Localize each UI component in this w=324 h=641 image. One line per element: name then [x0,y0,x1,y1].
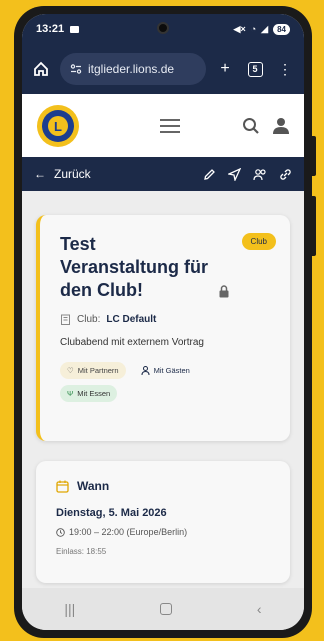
user-icon[interactable] [272,117,290,135]
wifi-icon: ◔ [250,24,257,34]
when-heading: Wann [56,479,276,493]
heart-icon: ♡ [67,366,74,375]
building-icon [61,314,70,325]
fork-knife-icon: Ψ [67,389,74,398]
battery-badge: 84 [273,23,290,35]
status-bar: 13:21 ◀× ◔ ◢ 84 [22,14,304,44]
mute-icon: ◀× [233,23,246,34]
event-time: 19:00 – 22:00 (Europe/Berlin) [56,527,276,537]
back-nav-button[interactable]: ‹ [257,601,262,617]
power-button [312,196,316,256]
more-icon: ⋮ [278,60,292,77]
event-time-label: 19:00 – 22:00 (Europe/Berlin) [69,527,188,537]
when-heading-label: Wann [77,479,110,493]
calendar-icon [56,480,69,493]
event-chips: ♡ Mit Partnern Mit Gästen Ψ Mit Essen [60,362,240,402]
menu-icon [160,118,180,121]
club-name: LC Default [106,314,157,325]
chip-partner: ♡ Mit Partnern [60,362,126,379]
home-button[interactable] [30,58,52,80]
tabs-icon: 5 [247,61,263,77]
club-badge: Club [241,233,276,250]
site-header: L [22,94,304,157]
event-card: Test Veranstaltung für den Club! Club Cl… [36,215,290,441]
plus-icon: + [220,60,230,77]
home-nav-button[interactable] [160,603,173,615]
event-einlass: Einlass: 18:55 [56,547,107,556]
screen: 13:21 ◀× ◔ ◢ 84 itglieder.lions.de + 5 ⋮ [22,14,304,630]
browser-toolbar: itglieder.lions.de + 5 ⋮ [22,44,304,94]
menu-button[interactable] [160,118,180,133]
lions-logo[interactable]: L [36,104,80,148]
when-card: Wann Dienstag, 5. Mai 2026 19:00 – 22:00… [36,461,290,583]
edit-icon[interactable] [203,168,216,181]
page-content: Test Veranstaltung für den Club! Club Cl… [22,191,304,588]
link-icon[interactable] [279,168,292,181]
android-nav-bar: ||| ‹ [22,588,304,630]
lock-icon [219,285,229,298]
club-line: Club: LC Default [60,314,276,325]
url-text: itglieder.lions.de [88,62,175,76]
chip-guests-label: Mit Gästen [153,366,190,375]
chip-partner-label: Mit Partnern [77,366,119,375]
volume-button [312,136,316,176]
home-icon [34,61,48,76]
page-nav-bar: ← Zurück [22,157,304,191]
back-button[interactable]: ← Zurück [34,167,91,181]
tabs-button[interactable]: 5 [244,58,266,80]
people-icon[interactable] [253,168,267,181]
site-settings-icon [70,64,82,74]
back-arrow-icon: ← [34,167,46,181]
search-icon[interactable] [242,117,260,135]
svg-text:L: L [54,119,62,134]
event-description: Clubabend mit externem Vortrag [60,337,204,348]
signal-icon: ◢ [261,23,269,34]
front-camera [157,22,169,34]
address-bar[interactable]: itglieder.lions.de [60,53,206,85]
event-title: Test Veranstaltung für den Club! [60,234,209,300]
browser-menu-button[interactable]: ⋮ [274,58,296,80]
person-icon [141,366,150,375]
chip-food: Ψ Mit Essen [60,385,118,402]
send-icon[interactable] [228,167,241,181]
new-tab-button[interactable]: + [214,58,236,80]
event-date: Dienstag, 5. Mai 2026 [56,507,167,519]
recent-apps-button[interactable]: ||| [64,601,75,617]
chip-food-label: Mit Essen [77,389,111,398]
status-time: 13:21 [36,23,65,35]
chip-guests: Mit Gästen [134,362,197,379]
back-label: Zurück [54,167,91,181]
clock-icon [56,527,65,537]
club-prefix: Club: [77,314,101,325]
status-icons: ◀× ◔ ◢ 84 [233,23,290,35]
phone-frame: 13:21 ◀× ◔ ◢ 84 itglieder.lions.de + 5 ⋮ [14,6,316,638]
notification-icon [70,25,80,33]
